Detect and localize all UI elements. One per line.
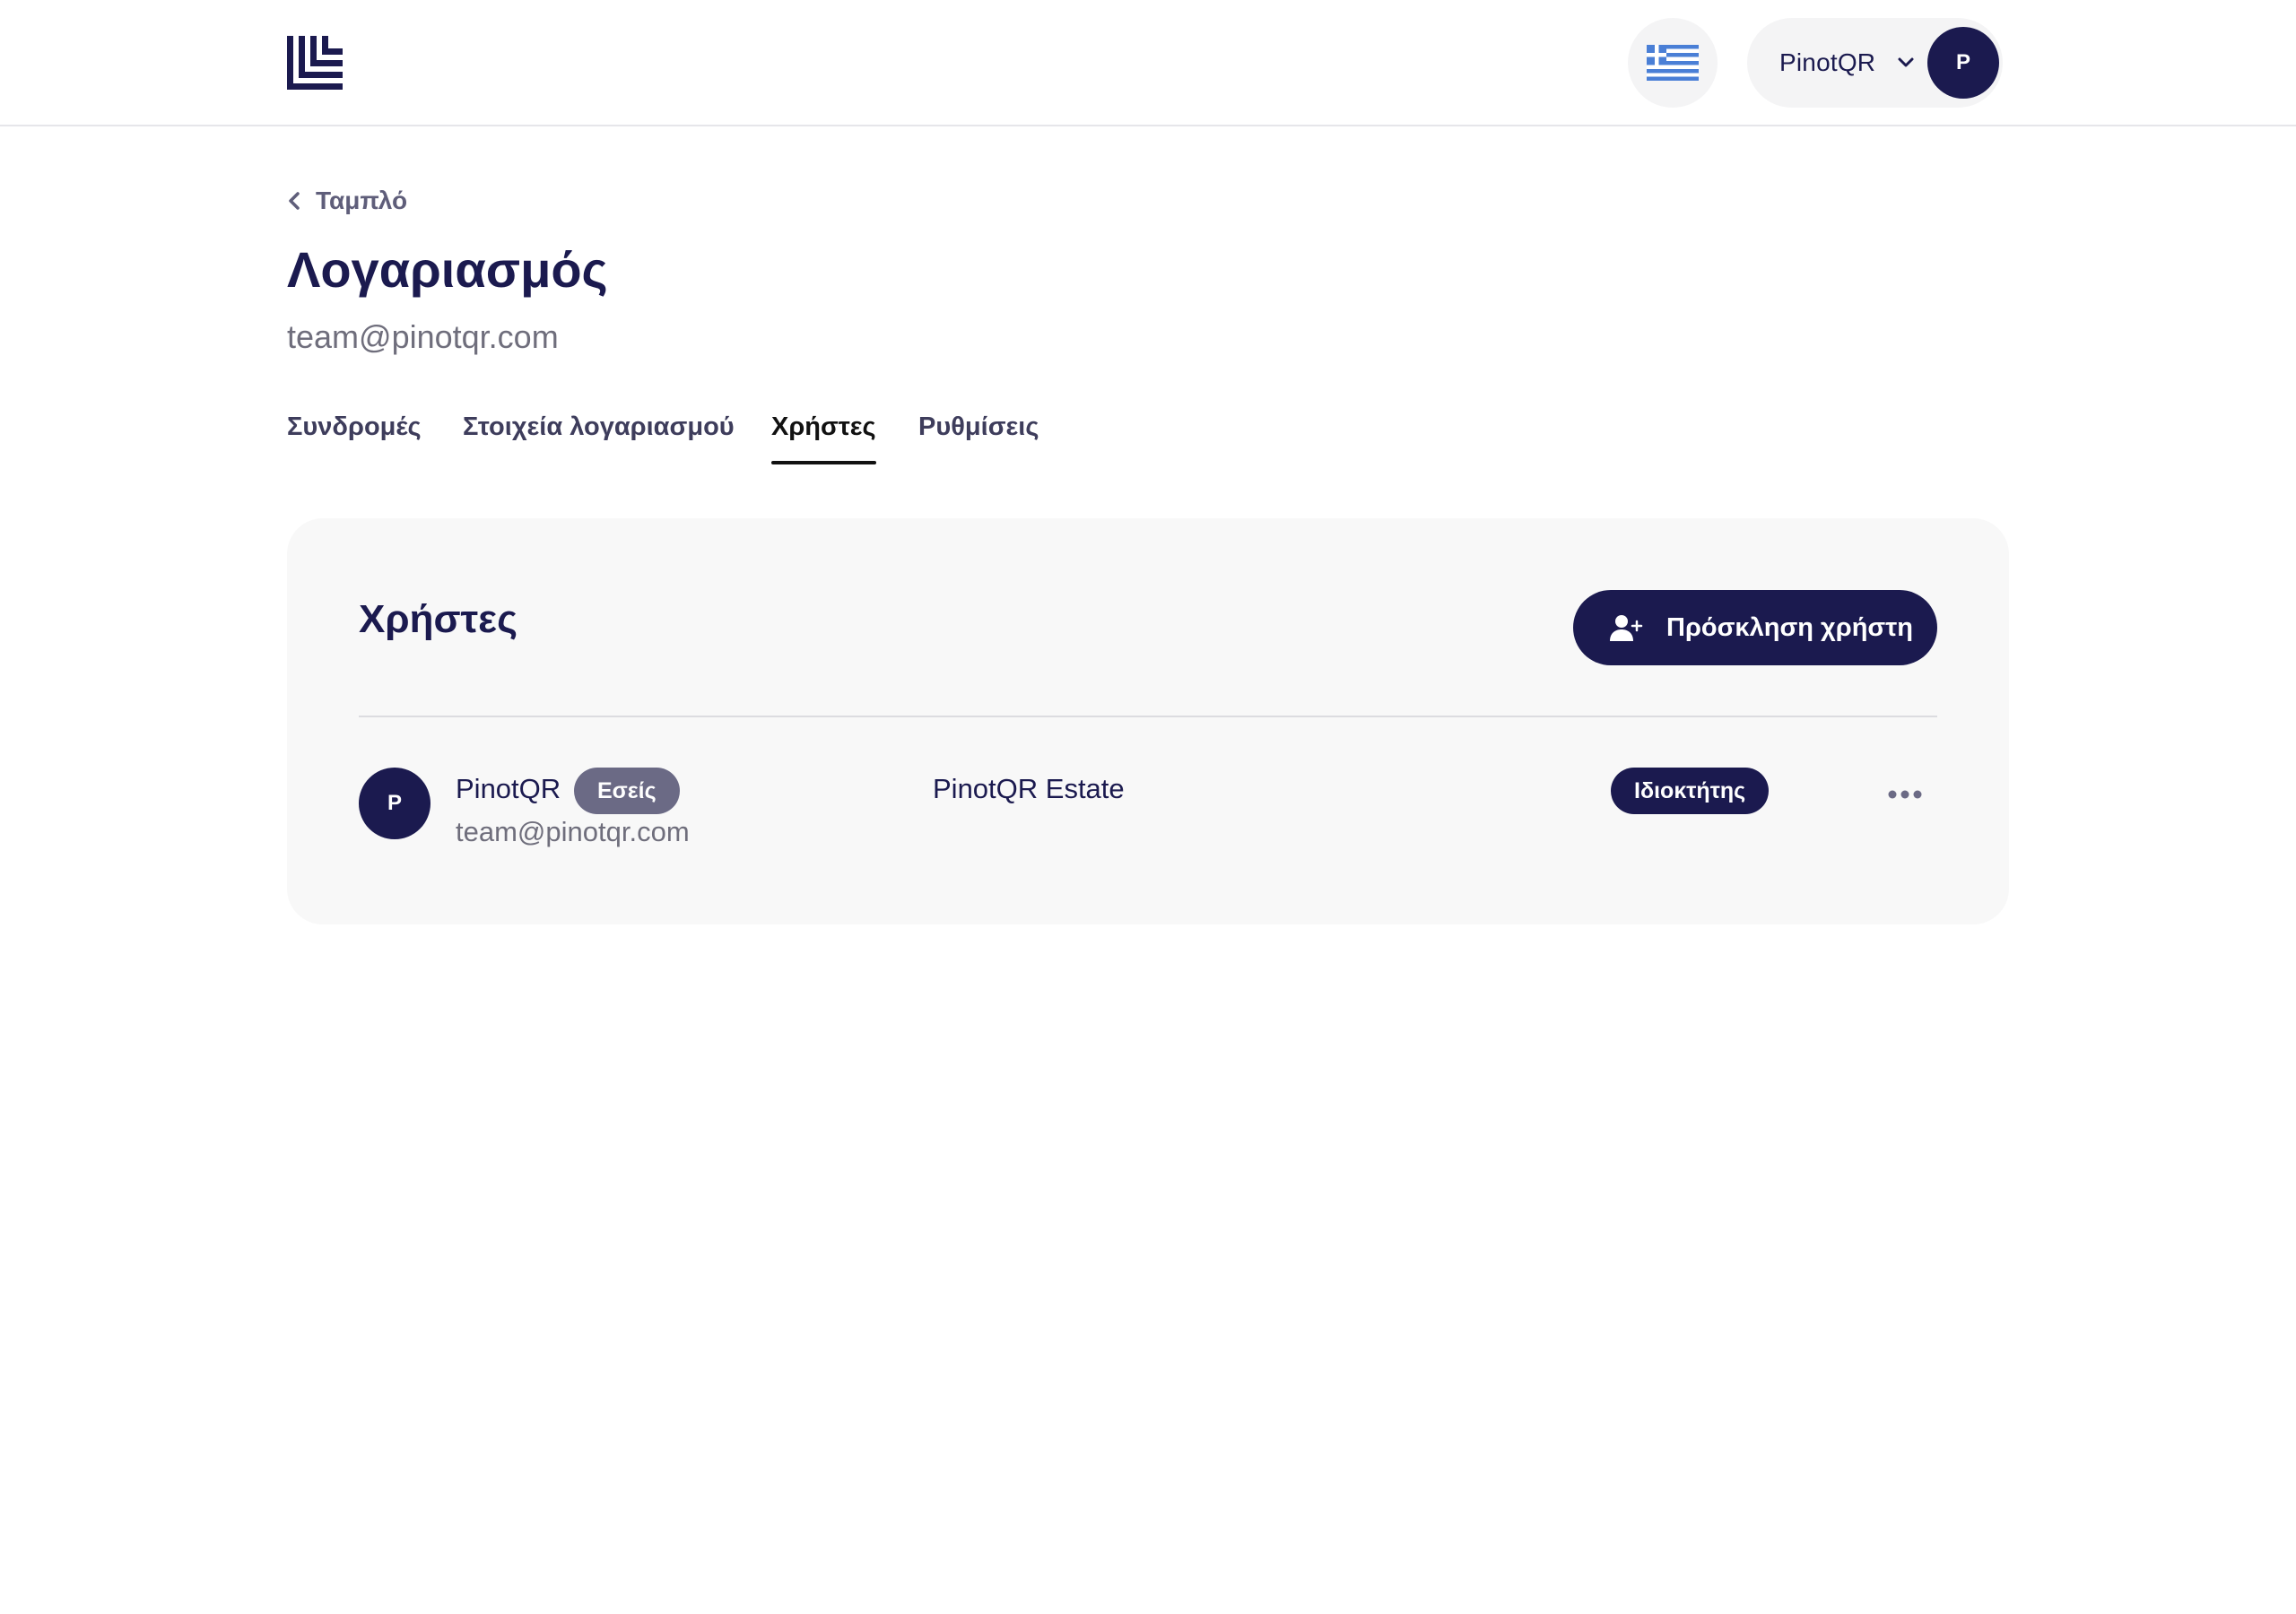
- table-row: P PinotQR Εσείς team@pinotqr.com PinotQR…: [359, 768, 1937, 866]
- avatar: P: [359, 768, 430, 839]
- avatar: P: [1927, 27, 1999, 99]
- greek-flag-icon: [1647, 45, 1699, 81]
- account-email: team@pinotqr.com: [287, 318, 559, 355]
- more-horizontal-icon: [1888, 790, 1922, 799]
- tab-settings[interactable]: Ρυθμίσεις: [918, 412, 1039, 464]
- user-menu-button[interactable]: PinotQR P: [1747, 18, 2003, 108]
- chevron-left-icon: [289, 192, 300, 210]
- tab-users[interactable]: Χρήστες: [771, 412, 876, 464]
- invite-user-label: Πρόσκληση χρήστη: [1666, 612, 1913, 642]
- back-link[interactable]: Ταμπλό: [287, 185, 407, 217]
- row-actions-button[interactable]: [1883, 777, 1926, 812]
- language-switcher[interactable]: [1628, 18, 1718, 108]
- top-bar: PinotQR P: [0, 0, 2296, 126]
- back-link-label: Ταμπλό: [316, 187, 408, 214]
- user-menu-name: PinotQR: [1779, 48, 1876, 76]
- users-card-title: Χρήστες: [359, 597, 517, 641]
- page-title: Λογαριασμός: [287, 241, 608, 298]
- chevron-down-icon: [1898, 57, 1914, 67]
- user-plus-icon: [1610, 615, 1643, 641]
- tab-subscriptions[interactable]: Συνδρομές: [287, 412, 422, 464]
- divider: [359, 716, 1937, 717]
- user-organization: PinotQR Estate: [933, 773, 1125, 804]
- you-badge: Εσείς: [574, 768, 680, 814]
- role-badge: Ιδιοκτήτης: [1611, 768, 1770, 814]
- tab-account-details[interactable]: Στοιχεία λογαριασμού: [463, 412, 735, 464]
- invite-user-button[interactable]: Πρόσκληση χρήστη: [1573, 590, 1937, 665]
- user-email: team@pinotqr.com: [456, 816, 690, 847]
- users-card: Χρήστες Πρόσκληση χρήστη P PinotQR Εσείς…: [287, 518, 2009, 924]
- user-name: PinotQR: [456, 773, 561, 804]
- brand-logo[interactable]: [287, 36, 343, 90]
